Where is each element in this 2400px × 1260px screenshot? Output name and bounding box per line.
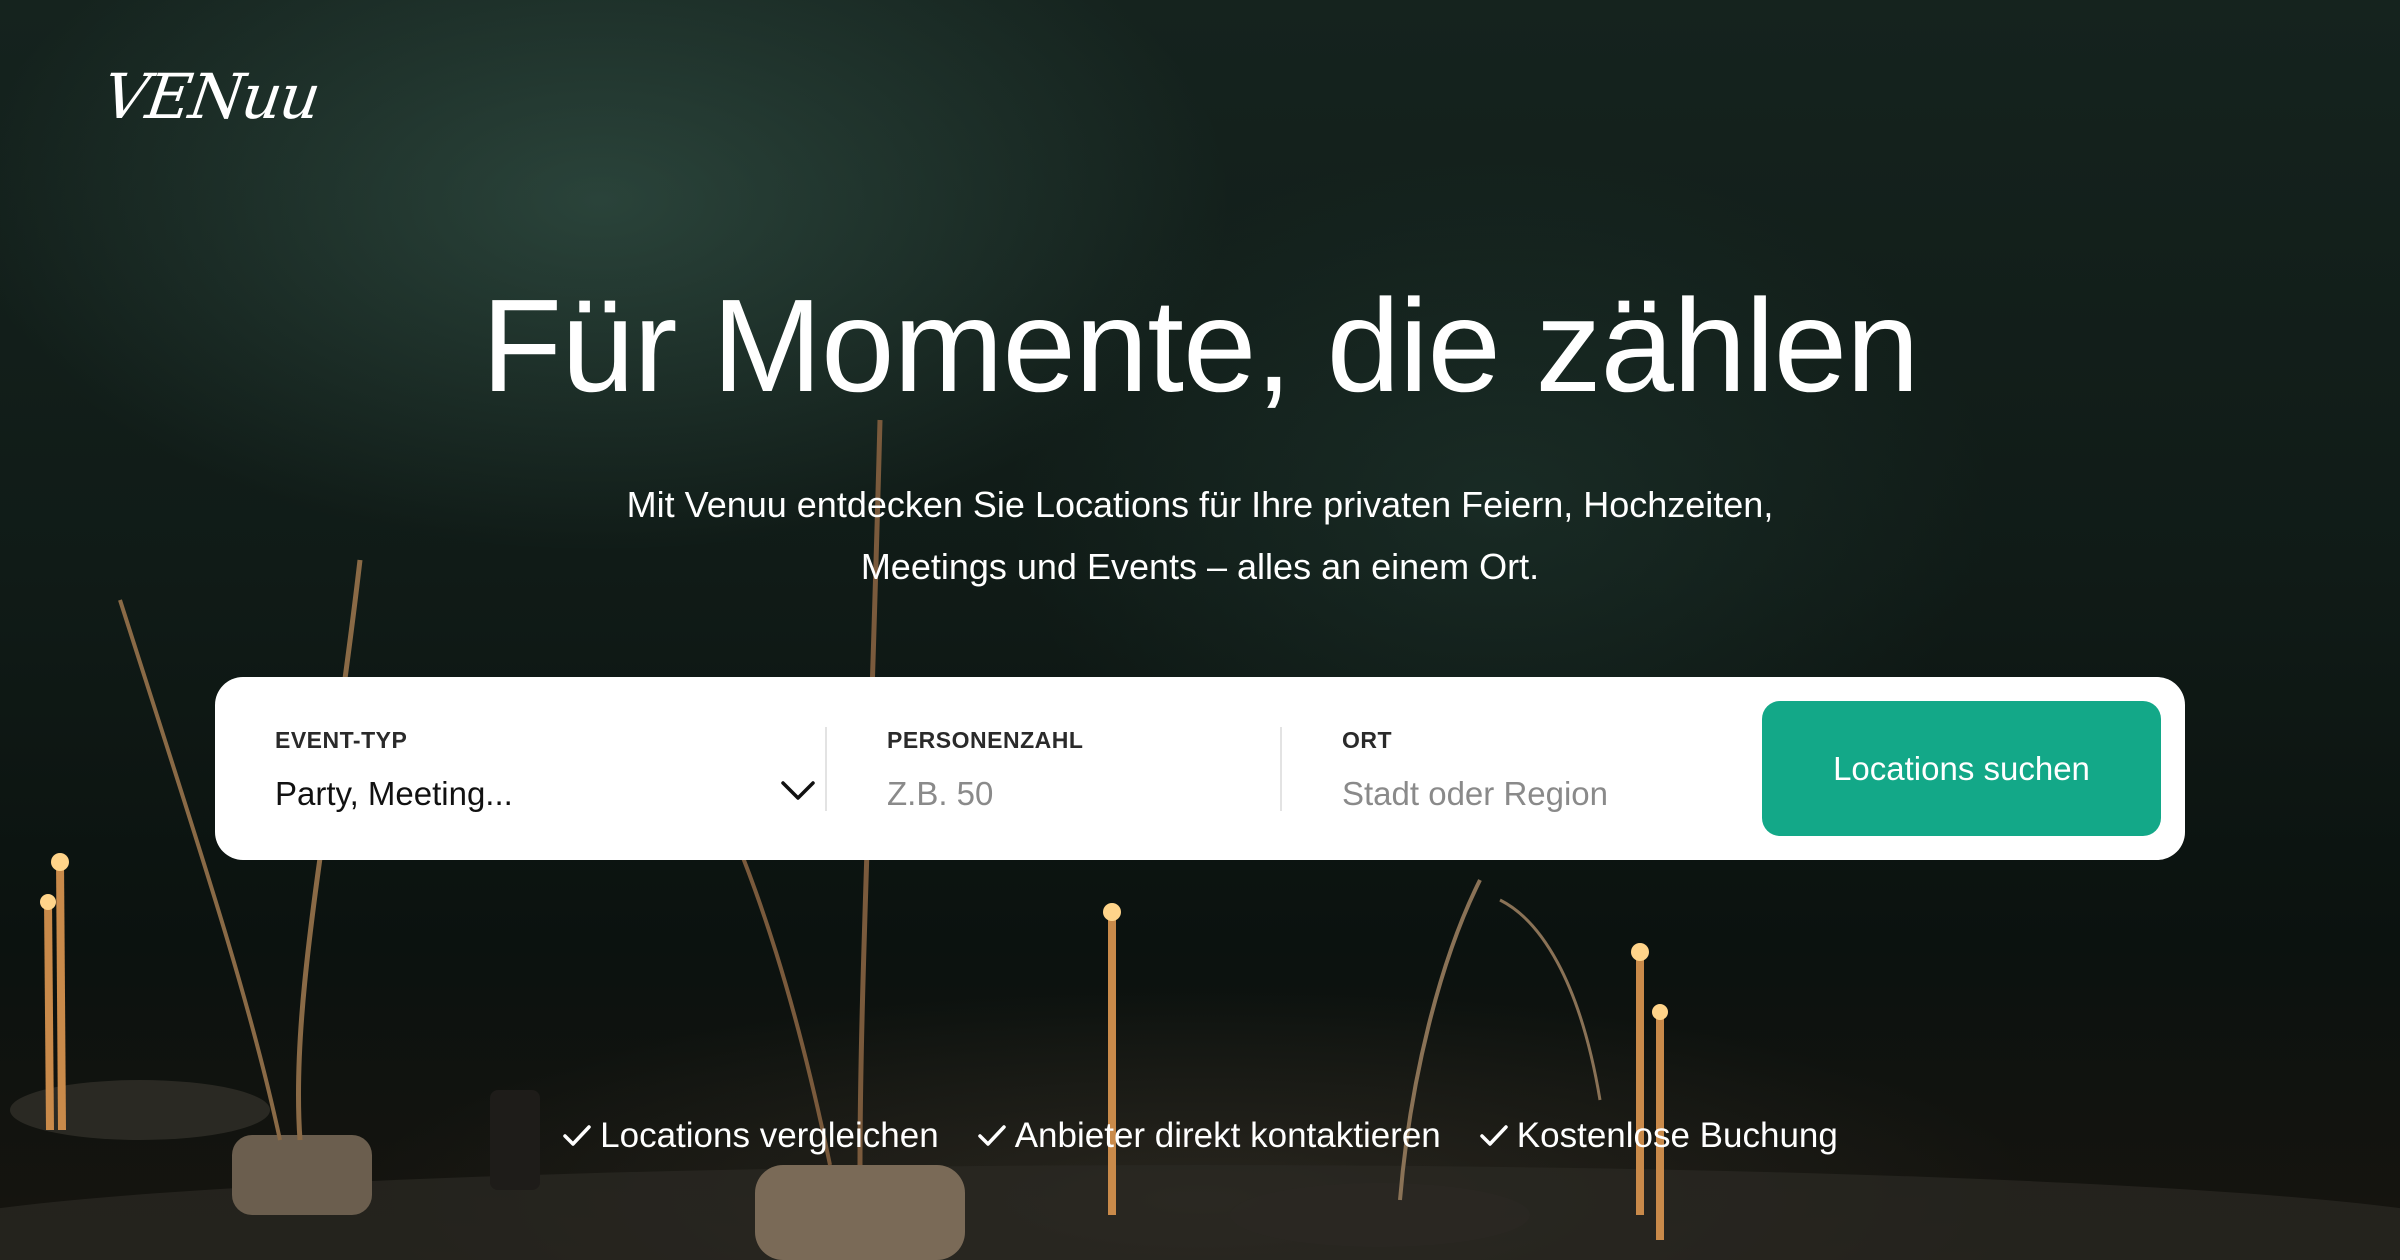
check-icon: [977, 1125, 1006, 1146]
venuu-logo[interactable]: VENuu: [99, 60, 323, 133]
benefit-label: Anbieter direkt kontaktieren: [1014, 1116, 1441, 1155]
benefit-item: Anbieter direkt kontaktieren: [977, 1116, 1441, 1156]
field-divider: [825, 727, 827, 811]
table-scene-decoration: [0, 419, 2400, 1260]
guests-field[interactable]: PERSONENZAHL Z.B. 50: [887, 677, 1267, 860]
hero-subline: Mit Venuu entdecken Sie Locations für Ih…: [0, 474, 2400, 598]
check-icon: [1480, 1125, 1508, 1146]
field-divider: [1280, 727, 1282, 811]
hero-headline: Für Momente, die zählen: [481, 272, 1919, 419]
benefits-list: Locations vergleichen Anbieter direkt ko…: [0, 1116, 2400, 1156]
location-field[interactable]: ORT Stadt oder Region: [1342, 677, 1742, 860]
check-icon: [563, 1125, 591, 1146]
guests-input[interactable]: Z.B. 50: [887, 775, 993, 813]
hero-subline-line-1: Mit Venuu entdecken Sie Locations für Ih…: [626, 484, 1774, 525]
benefit-item: Kostenlose Buchung: [1479, 1116, 1838, 1156]
search-panel: EVENT-TYP Party, Meeting... PERSONENZAHL…: [215, 677, 2185, 860]
benefit-label: Kostenlose Buchung: [1516, 1116, 1838, 1155]
location-input[interactable]: Stadt oder Region: [1342, 775, 1608, 813]
chevron-down-icon[interactable]: [780, 780, 816, 802]
location-label: ORT: [1342, 727, 1393, 753]
search-locations-button[interactable]: Locations suchen: [1762, 701, 2161, 836]
guests-label: PERSONENZAHL: [887, 727, 1084, 753]
hero-subline-line-2: Meetings und Events – alles an einem Ort…: [860, 546, 1540, 587]
benefit-item: Locations vergleichen: [562, 1116, 939, 1156]
benefit-label: Locations vergleichen: [600, 1116, 939, 1155]
event-type-label: EVENT-TYP: [275, 727, 408, 753]
event-type-select[interactable]: EVENT-TYP Party, Meeting...: [275, 677, 815, 860]
event-type-value[interactable]: Party, Meeting...: [275, 775, 513, 813]
